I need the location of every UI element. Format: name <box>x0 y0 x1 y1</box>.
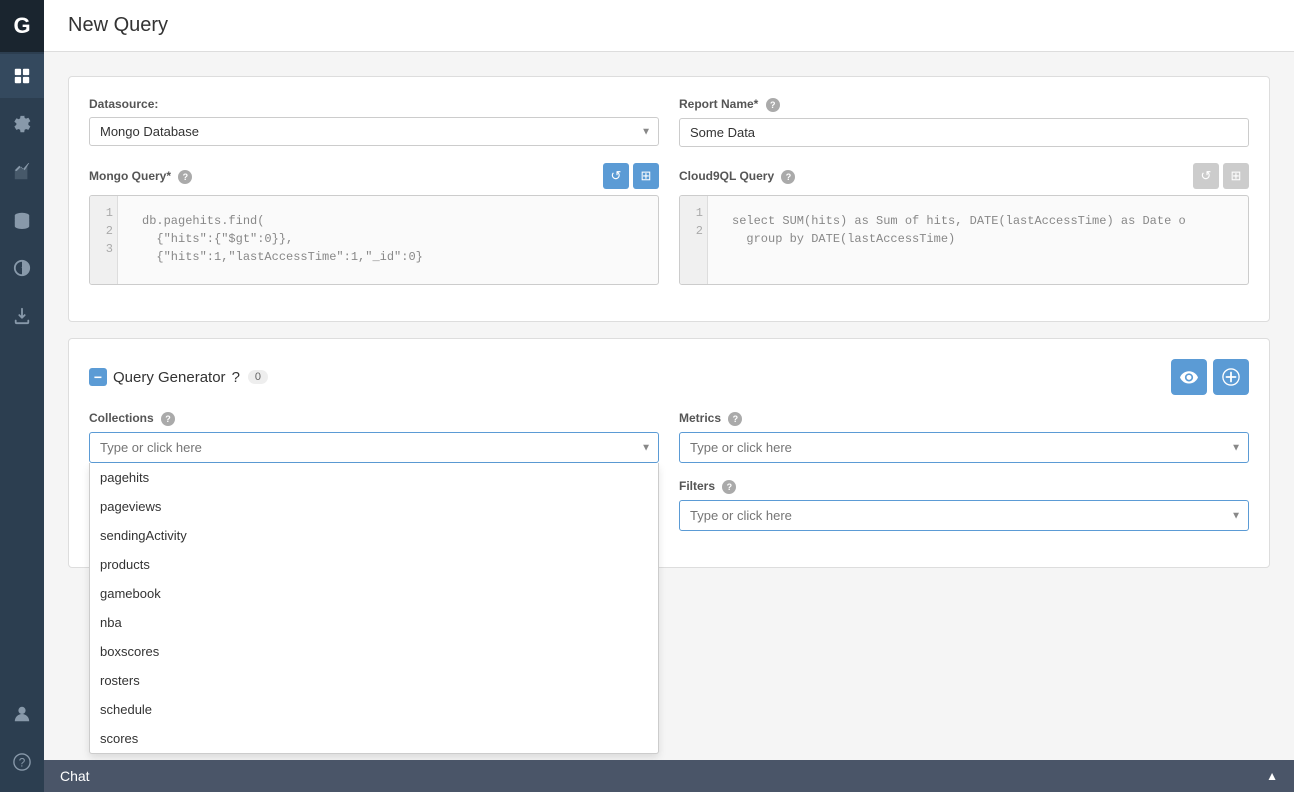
dropdown-item-pagehits[interactable]: pagehits <box>90 463 658 492</box>
filters-label: Filters ? <box>679 479 1249 494</box>
cloud9ql-line-numbers: 12 <box>680 196 708 284</box>
mongo-query-display[interactable]: 123 db.pagehits.find( {"hits":{"$gt":0}}… <box>89 195 659 285</box>
preview-button[interactable] <box>1171 359 1207 395</box>
page-header: New Query <box>44 0 1294 52</box>
cloud9ql-display[interactable]: 12 select SUM(hits) as Sum of hits, DATE… <box>679 195 1249 285</box>
filters-input[interactable] <box>679 500 1249 531</box>
metrics-select-wrapper <box>679 432 1249 463</box>
report-name-group: Report Name* ? <box>679 97 1249 147</box>
app-logo: G <box>0 0 44 52</box>
section-actions <box>1171 359 1249 395</box>
report-name-help-icon[interactable]: ? <box>766 98 780 112</box>
sidebar-item-user[interactable] <box>0 692 44 736</box>
dropdown-item-products[interactable]: products <box>90 550 658 579</box>
report-name-label: Report Name* ? <box>679 97 1249 112</box>
add-button[interactable] <box>1213 359 1249 395</box>
report-name-input[interactable] <box>679 118 1249 147</box>
dropdown-item-nba[interactable]: nba <box>90 608 658 637</box>
sidebar-item-settings[interactable] <box>0 102 44 146</box>
dropdown-item-schedule[interactable]: schedule <box>90 695 658 724</box>
mongo-line-numbers: 123 <box>90 196 118 284</box>
mongo-query-content: db.pagehits.find( {"hits":{"$gt":0}}, {"… <box>134 204 650 274</box>
datasource-label: Datasource: <box>89 97 659 111</box>
page-title: New Query <box>68 14 168 37</box>
query-generator-card: − Query Generator ? 0 <box>68 338 1270 568</box>
cloud9ql-refresh-button[interactable]: ↺ <box>1193 163 1219 189</box>
chat-chevron-icon: ▲ <box>1266 769 1278 783</box>
sidebar-item-analytics[interactable] <box>0 246 44 290</box>
cloud9ql-group: Cloud9QL Query ? ↺ ⊞ 12 select SUM(hits)… <box>679 163 1249 285</box>
filters-select-wrapper <box>679 500 1249 531</box>
filters-group: Filters ? <box>679 479 1249 531</box>
dropdown-item-boxscores[interactable]: boxscores <box>90 637 658 666</box>
collections-label: Collections ? <box>89 411 659 426</box>
main-content: New Query Datasource: Mongo Database Rep… <box>44 0 1294 792</box>
sidebar-item-database[interactable] <box>0 198 44 242</box>
cloud9ql-label: Cloud9QL Query ? ↺ ⊞ <box>679 163 1249 189</box>
cloud9ql-help-icon[interactable]: ? <box>781 170 795 184</box>
collections-group: Collections ? pagehits pageviews sending… <box>89 411 659 463</box>
cloud9ql-expand-button[interactable]: ⊞ <box>1223 163 1249 189</box>
datasource-select-wrapper: Mongo Database <box>89 117 659 146</box>
metrics-input[interactable] <box>679 432 1249 463</box>
sidebar: G ? <box>0 0 44 792</box>
mongo-query-label: Mongo Query* ? ↺ ⊞ <box>89 163 659 189</box>
collections-metrics-row: Collections ? pagehits pageviews sending… <box>89 411 1249 463</box>
mongo-query-help-icon[interactable]: ? <box>178 170 192 184</box>
sidebar-item-download[interactable] <box>0 294 44 338</box>
mongo-query-group: Mongo Query* ? ↺ ⊞ 123 db.pagehits.find(… <box>89 163 659 285</box>
query-generator-badge: 0 <box>248 370 268 384</box>
collections-select-wrapper <box>89 432 659 463</box>
mongo-expand-button[interactable]: ⊞ <box>633 163 659 189</box>
dropdown-item-scores[interactable]: scores <box>90 724 658 753</box>
cloud9ql-content: select SUM(hits) as Sum of hits, DATE(la… <box>724 204 1240 256</box>
query-generator-help-icon[interactable]: ? <box>232 369 240 386</box>
metrics-help-icon[interactable]: ? <box>728 412 742 426</box>
collections-input[interactable] <box>89 432 659 463</box>
dropdown-item-gamebook[interactable]: gamebook <box>90 579 658 608</box>
chat-bar[interactable]: Chat ▲ <box>44 760 1294 792</box>
collapse-icon[interactable]: − <box>89 368 107 386</box>
datasource-select[interactable]: Mongo Database <box>89 117 659 146</box>
chat-label: Chat <box>60 768 90 784</box>
section-title: − Query Generator ? 0 <box>89 368 268 386</box>
datasource-group: Datasource: Mongo Database <box>89 97 659 147</box>
collections-dropdown: pagehits pageviews sendingActivity produ… <box>89 463 659 754</box>
section-header: − Query Generator ? 0 <box>89 359 1249 395</box>
datasource-card: Datasource: Mongo Database Report Name* … <box>68 76 1270 322</box>
sidebar-item-help[interactable]: ? <box>0 740 44 784</box>
dropdown-item-sendingactivity[interactable]: sendingActivity <box>90 521 658 550</box>
dropdown-item-pageviews[interactable]: pageviews <box>90 492 658 521</box>
metrics-group: Metrics ? <box>679 411 1249 463</box>
dropdown-item-rosters[interactable]: rosters <box>90 666 658 695</box>
sidebar-item-home[interactable] <box>0 54 44 98</box>
content-area: Datasource: Mongo Database Report Name* … <box>44 52 1294 760</box>
collections-help-icon[interactable]: ? <box>161 412 175 426</box>
sidebar-item-chart[interactable] <box>0 150 44 194</box>
filters-help-icon[interactable]: ? <box>722 480 736 494</box>
metrics-label: Metrics ? <box>679 411 1249 426</box>
svg-text:?: ? <box>19 757 26 770</box>
query-generator-title: Query Generator <box>113 369 226 386</box>
mongo-refresh-button[interactable]: ↺ <box>603 163 629 189</box>
